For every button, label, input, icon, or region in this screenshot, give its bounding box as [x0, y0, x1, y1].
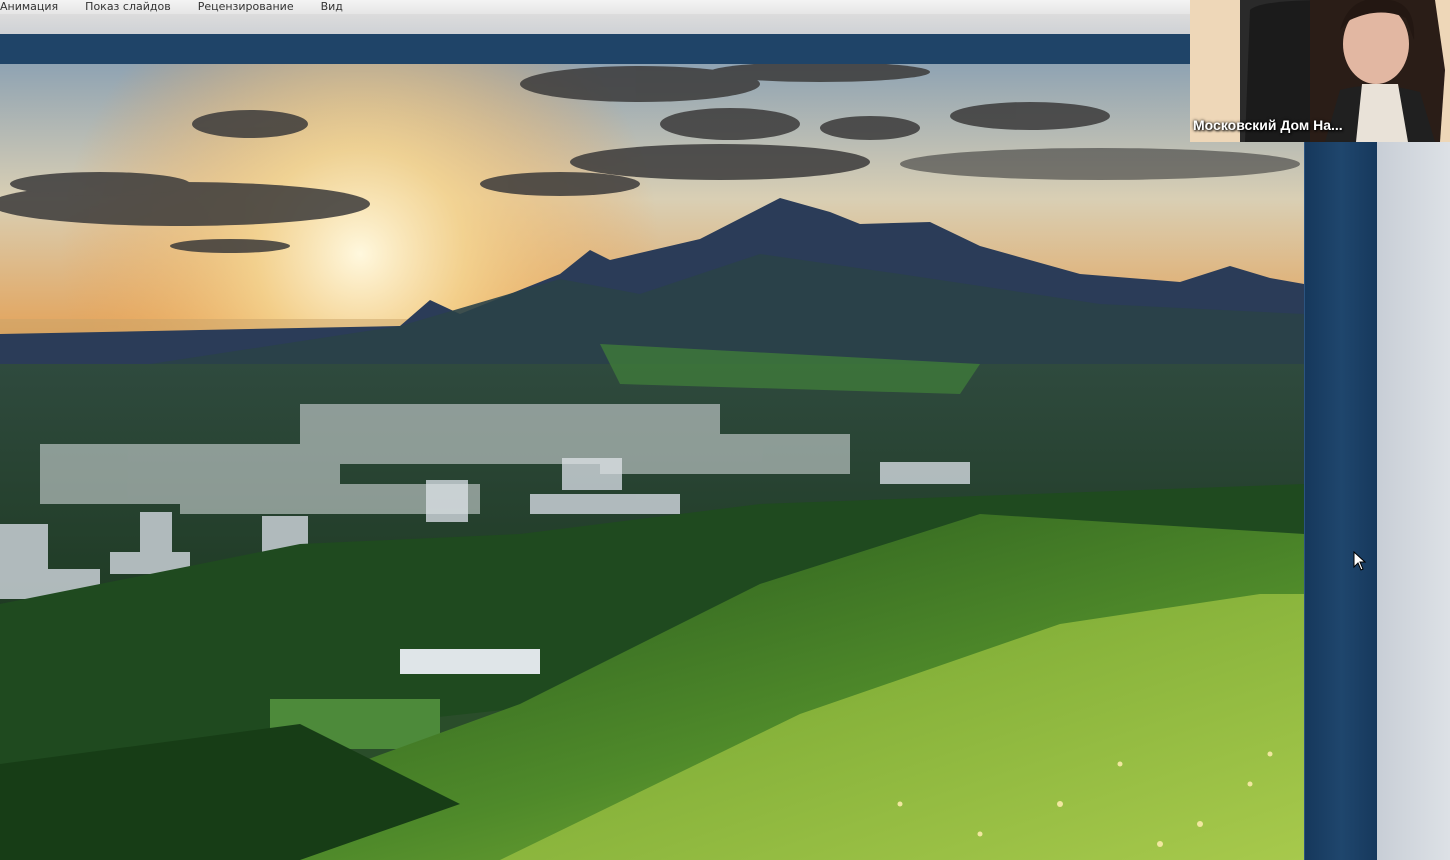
tab-view[interactable]: Вид	[321, 0, 343, 14]
ribbon-strip	[0, 14, 1190, 35]
landscape-illustration	[0, 64, 1304, 860]
slide-header-band	[0, 34, 1190, 64]
tab-animation[interactable]: Анимация	[0, 0, 58, 14]
ribbon-tab-bar: Анимация Показ слайдов Рецензирование Ви…	[0, 0, 1190, 14]
participant-video-tile[interactable]: Московский Дом На...	[1190, 0, 1450, 142]
presentation-side-panel	[1304, 142, 1378, 860]
tab-slideshow[interactable]: Показ слайдов	[85, 0, 171, 14]
window-edge-panel	[1377, 142, 1450, 860]
mouse-pointer-icon	[1353, 551, 1367, 571]
tab-review[interactable]: Рецензирование	[198, 0, 294, 14]
slide-photo	[0, 64, 1304, 860]
participant-name-label: Московский Дом На...	[1193, 117, 1343, 133]
